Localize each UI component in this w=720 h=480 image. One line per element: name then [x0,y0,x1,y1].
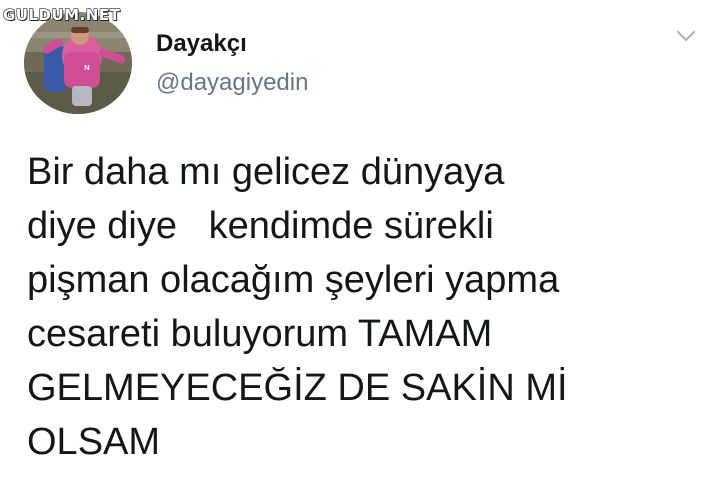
site-watermark: GULDUM.NET [2,5,121,24]
tweet-text-line: Bir daha mı gelicez dünyaya [27,151,505,193]
display-name[interactable]: Dayakçı [156,30,247,58]
tweet-text-line: pişman olacağım şeyleri yapma [27,259,560,301]
chevron-down-icon[interactable] [674,26,698,46]
svg-text:N: N [84,64,90,72]
tweet-text-line: OLSAM [27,421,161,463]
avatar-photo: N [24,12,132,114]
avatar[interactable]: N [24,12,132,114]
tweet-text-line: diye diye kendimde sürekli [27,205,494,247]
user-handle[interactable]: @dayagiyedin [156,69,308,97]
tweet-text-line: GELMEYECEĞİZ DE SAKİN Mİ [27,367,568,409]
tweet-text-line: cesareti buluyorum TAMAM [27,313,493,355]
tweet-text: Bir daha mı gelicez dünyaya diye diye ke… [27,145,687,469]
